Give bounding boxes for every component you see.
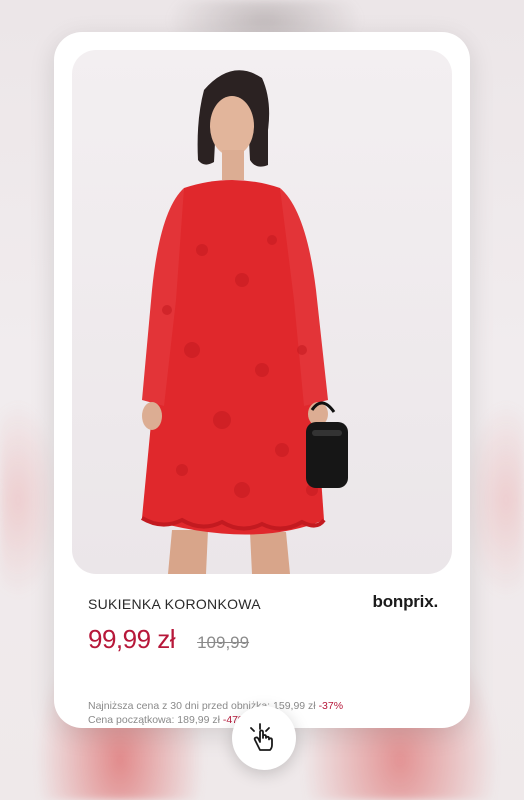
initial-price-note: Cena początkowa: 189,99 zł -47% [88, 714, 247, 726]
lowest-price-note: Najniższa cena z 30 dni przed obniżką: 1… [88, 700, 343, 712]
product-title[interactable]: SUKIENKA KORONKOWA [88, 596, 261, 612]
current-price: 99,99 zł [88, 624, 176, 654]
price-row: 99,99 zł 109,99 [88, 624, 249, 655]
hand-tap-icon [250, 723, 273, 751]
lowest-price-label: Najniższa cena z 30 dni przed obniżką: 1… [88, 700, 316, 712]
lowest-price-discount: -37% [318, 700, 344, 712]
dress-model-illustration [140, 70, 348, 574]
tap-button[interactable] [232, 706, 296, 770]
product-card[interactable]: SUKIENKA KORONKOWA bonprix. 99,99 zł 109… [54, 32, 470, 728]
old-price: 109,99 [197, 633, 250, 652]
initial-price-label: Cena początkowa: 189,99 zł [88, 714, 220, 726]
brand-logo: bonprix. [372, 592, 439, 611]
product-photo[interactable] [72, 50, 452, 574]
